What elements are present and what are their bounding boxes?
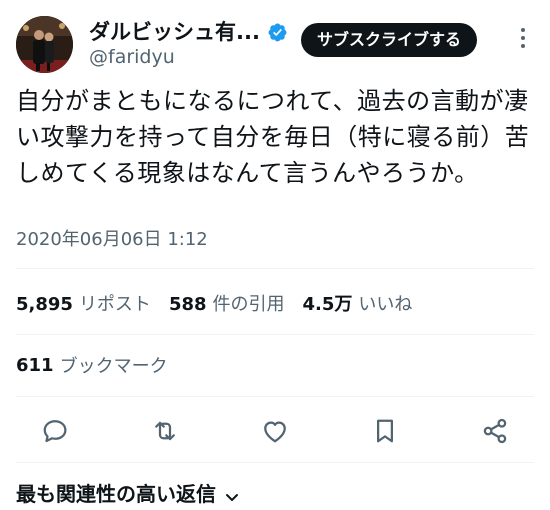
- like-stat[interactable]: 4.5万 いいね: [303, 290, 413, 316]
- reply-sort-label: 最も関連性の高い返信: [16, 482, 216, 506]
- tweet-header: ダルビッシュ有... @faridyu サブスクライブする: [0, 0, 550, 80]
- chevron-down-icon: [224, 486, 240, 502]
- divider: [16, 462, 534, 463]
- bookmark-count: 611: [16, 354, 54, 376]
- verified-badge-icon: [267, 22, 288, 43]
- display-name[interactable]: ダルビッシュ有...: [89, 17, 260, 47]
- share-icon[interactable]: [480, 416, 510, 446]
- bookmark-label: ブックマーク: [59, 356, 168, 377]
- divider: [16, 334, 534, 335]
- like-count: 4.5万: [302, 294, 353, 315]
- divider: [16, 268, 534, 269]
- avatar[interactable]: [16, 16, 73, 73]
- subscribe-button[interactable]: サブスクライブする: [301, 23, 478, 57]
- action-bar: [0, 408, 550, 452]
- like-label: いいね: [358, 294, 413, 315]
- repost-stat[interactable]: 5,895 リポスト: [16, 290, 151, 316]
- like-icon[interactable]: [260, 416, 290, 446]
- repost-count: 5,895: [16, 294, 73, 315]
- quote-count: 588: [168, 294, 207, 315]
- avatar-photo-image: [16, 16, 73, 73]
- repost-label: リポスト: [78, 294, 151, 315]
- quote-label: 件の引用: [212, 294, 285, 315]
- divider: [16, 396, 534, 397]
- reply-sort-selector[interactable]: 最も関連性の高い返信: [16, 482, 240, 506]
- reply-icon[interactable]: [40, 416, 70, 446]
- bookmark-stat[interactable]: 611 ブックマーク: [16, 350, 168, 380]
- tweet-timestamp[interactable]: 2020年06月06日 1:12: [16, 228, 208, 252]
- more-vertical-icon[interactable]: [516, 28, 530, 50]
- quote-stat[interactable]: 588 件の引用: [169, 290, 285, 316]
- user-handle[interactable]: @faridyu: [89, 45, 175, 69]
- engagement-stats: 5,895 リポスト 588 件の引用 4.5万 いいね: [16, 288, 430, 318]
- tweet-text: 自分がまともになるにつれて、過去の言動が凄い攻撃力を持って自分を毎日（特に寝る前…: [16, 87, 530, 187]
- bookmark-icon[interactable]: [370, 416, 400, 446]
- display-name-row[interactable]: ダルビッシュ有...: [89, 17, 288, 47]
- repost-icon[interactable]: [150, 416, 180, 446]
